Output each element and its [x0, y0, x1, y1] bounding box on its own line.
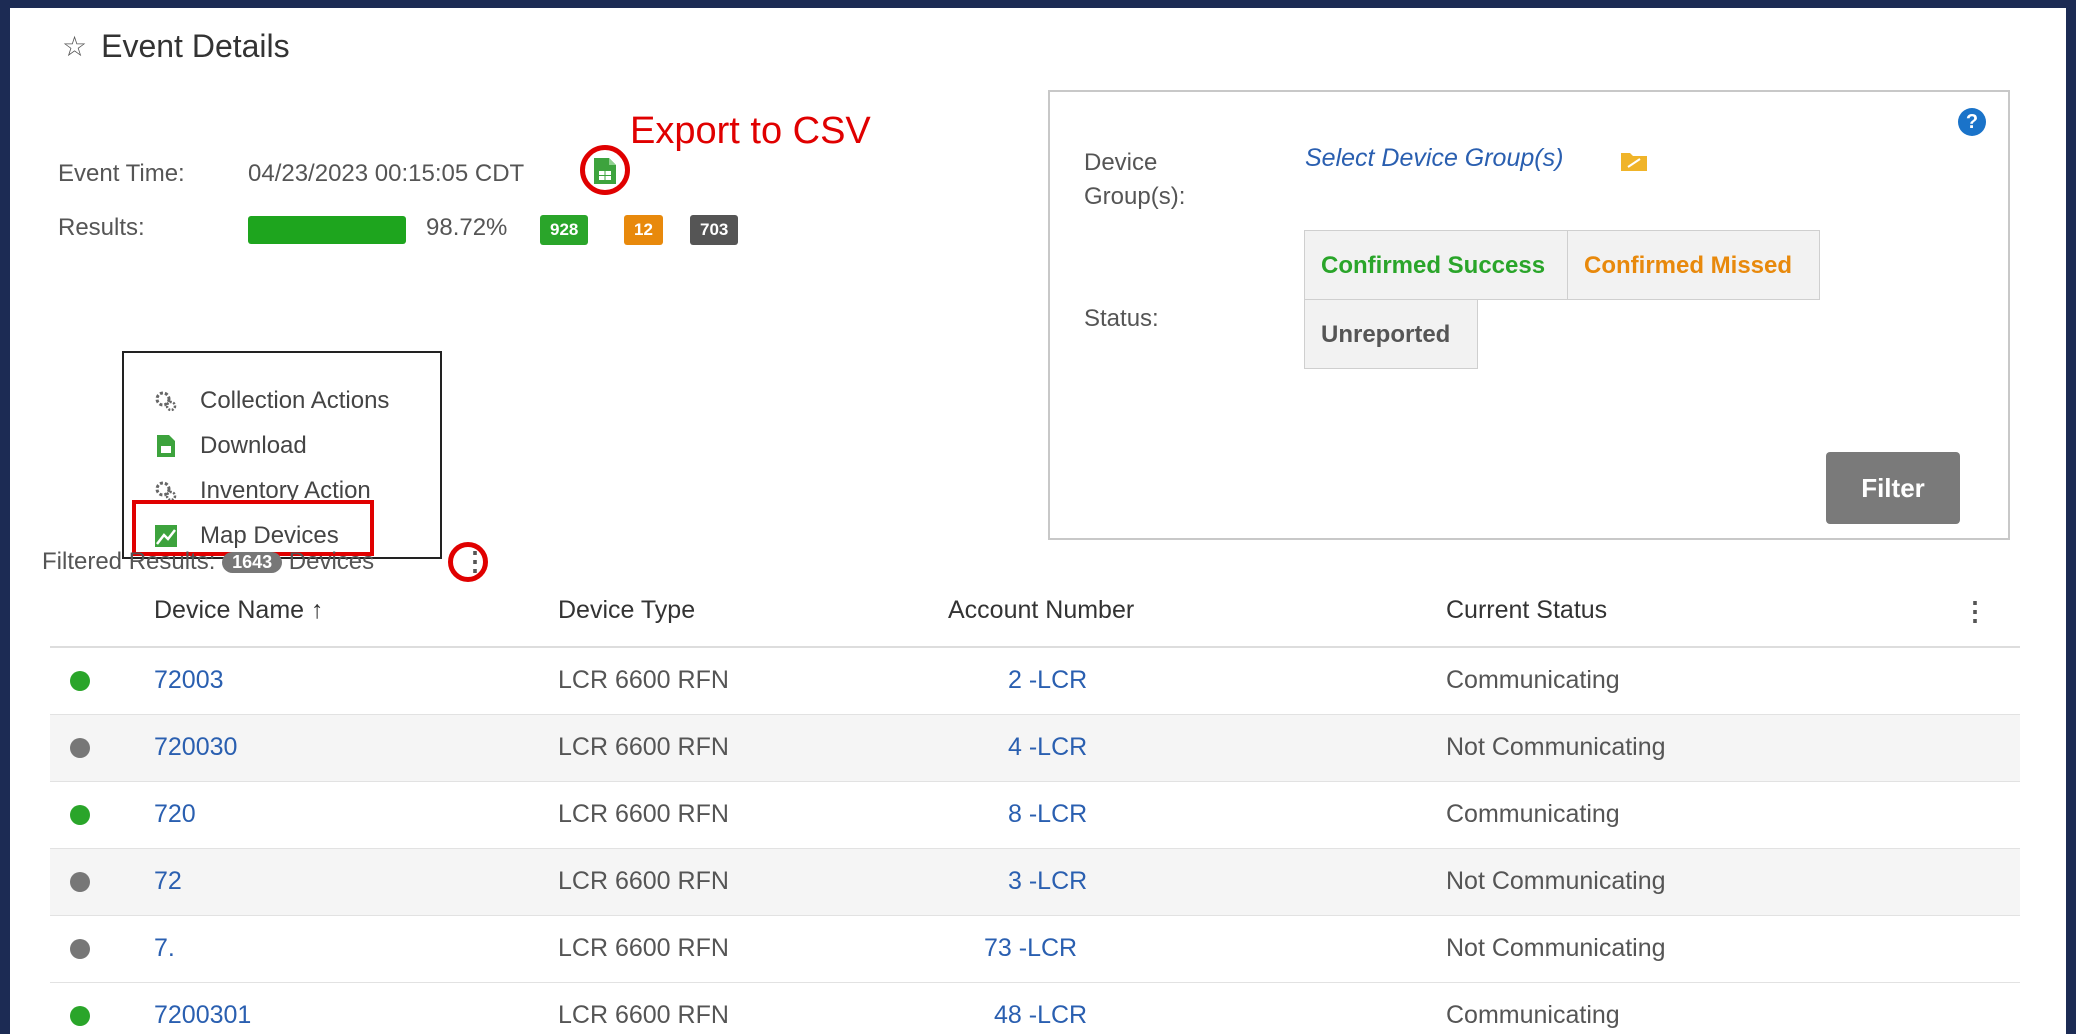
- status-dot-icon: [70, 805, 90, 825]
- menu-item-label: Download: [200, 432, 307, 459]
- account-number-link[interactable]: 73 -LCR: [984, 934, 1077, 963]
- success-count-badge[interactable]: 928: [540, 215, 589, 245]
- select-device-group-link[interactable]: Select Device Group(s): [1305, 144, 1563, 173]
- table-row: 7200301 LCR 6600 RFN 48 -LCR Communicati…: [50, 983, 2020, 1034]
- event-time-value: 04/23/2023 00:15:05 CDT: [248, 160, 525, 187]
- results-label: Results:: [58, 214, 145, 241]
- account-number-link[interactable]: 8 -LCR: [1008, 800, 1087, 829]
- results-progress-bar: [248, 216, 406, 244]
- account-number-link[interactable]: 2 -LCR: [1008, 666, 1087, 695]
- device-name-link[interactable]: 7200301: [154, 1001, 251, 1030]
- page-header: ☆ Event Details: [62, 28, 290, 65]
- status-unreported-button[interactable]: Unreported: [1304, 299, 1478, 369]
- missed-count-badge[interactable]: 12: [624, 215, 663, 245]
- menu-item-collection-actions[interactable]: Collection Actions: [154, 387, 389, 415]
- status-dot-icon: [70, 872, 90, 892]
- results-percent: 98.72%: [426, 214, 508, 241]
- filtered-results-label: Filtered Results:: [42, 548, 216, 575]
- account-number-link[interactable]: 3 -LCR: [1008, 867, 1087, 896]
- page-title: Event Details: [101, 28, 290, 64]
- device-type-cell: LCR 6600 RFN: [558, 1001, 729, 1029]
- kebab-highlight-circle: [448, 542, 488, 582]
- status-confirmed-missed-button[interactable]: Confirmed Missed: [1567, 230, 1820, 300]
- event-time-label: Event Time:: [58, 160, 185, 187]
- device-type-cell: LCR 6600 RFN: [558, 800, 729, 828]
- menu-item-label: Collection Actions: [200, 387, 390, 414]
- device-name-link[interactable]: 720030: [154, 733, 237, 762]
- current-status-cell: Communicating: [1446, 1001, 1620, 1029]
- filtered-count-badge: 1643: [222, 552, 283, 574]
- event-details-page: ☆ Event Details Event Time: 04/23/2023 0…: [10, 8, 2066, 1034]
- export-highlight-circle: [580, 145, 630, 195]
- gears-icon: [155, 391, 177, 412]
- device-group-label-line1: Device: [1084, 149, 1158, 176]
- device-group-label: Device Group(s):: [1084, 146, 1185, 214]
- table-header: Device Name ↑ Device Type Account Number…: [50, 578, 2020, 648]
- account-number-link[interactable]: 48 -LCR: [994, 1001, 1087, 1030]
- devices-table: Device Name ↑ Device Type Account Number…: [50, 578, 2020, 1034]
- device-name-link[interactable]: 720: [154, 800, 196, 829]
- device-name-link[interactable]: 7.: [154, 934, 175, 963]
- table-row: 72003 LCR 6600 RFN 2 -LCR Communicating: [50, 648, 2020, 715]
- help-icon[interactable]: ?: [1958, 108, 1986, 136]
- filtered-results: Filtered Results: 1643 Devices: [42, 548, 374, 576]
- column-header-current-status[interactable]: Current Status: [1446, 596, 1607, 625]
- csv-file-icon: [157, 435, 175, 457]
- table-row: 720030 LCR 6600 RFN 4 -LCR Not Communica…: [50, 715, 2020, 782]
- device-type-cell: LCR 6600 RFN: [558, 666, 729, 694]
- column-header-account-number[interactable]: Account Number: [948, 596, 1134, 625]
- device-name-link[interactable]: 72: [154, 867, 182, 896]
- current-status-cell: Communicating: [1446, 800, 1620, 828]
- device-name-link[interactable]: 72003: [154, 666, 224, 695]
- status-dot-icon: [70, 671, 90, 691]
- current-status-cell: Not Communicating: [1446, 934, 1666, 962]
- table-row: 7. LCR 6600 RFN 73 -LCR Not Communicatin…: [50, 916, 2020, 983]
- column-header-device-name[interactable]: Device Name ↑: [154, 596, 324, 625]
- status-label: Status:: [1084, 305, 1159, 332]
- account-number-link[interactable]: 4 -LCR: [1008, 733, 1087, 762]
- unreported-count-badge[interactable]: 703: [690, 215, 739, 245]
- device-type-cell: LCR 6600 RFN: [558, 733, 729, 761]
- status-dot-icon: [70, 738, 90, 758]
- column-header-device-type[interactable]: Device Type: [558, 596, 695, 625]
- status-dot-icon: [70, 1006, 90, 1026]
- device-group-label-line2: Group(s):: [1084, 183, 1186, 210]
- table-row: 720 LCR 6600 RFN 8 -LCR Communicating: [50, 782, 2020, 849]
- menu-item-download[interactable]: Download: [154, 432, 307, 460]
- filter-panel: ? Device Group(s): Select Device Group(s…: [1048, 90, 2010, 540]
- status-dot-icon: [70, 939, 90, 959]
- current-status-cell: Not Communicating: [1446, 733, 1666, 761]
- favorite-star-icon[interactable]: ☆: [62, 30, 87, 63]
- table-row: 72 LCR 6600 RFN 3 -LCR Not Communicating: [50, 849, 2020, 916]
- folder-icon[interactable]: [1620, 150, 1648, 172]
- column-options-kebab-icon[interactable]: ⋮: [1962, 596, 1988, 627]
- filter-button[interactable]: Filter: [1826, 452, 1960, 524]
- current-status-cell: Not Communicating: [1446, 867, 1666, 895]
- current-status-cell: Communicating: [1446, 666, 1620, 694]
- status-confirmed-success-button[interactable]: Confirmed Success: [1304, 230, 1568, 300]
- device-type-cell: LCR 6600 RFN: [558, 934, 729, 962]
- device-type-cell: LCR 6600 RFN: [558, 867, 729, 895]
- filtered-results-suffix: Devices: [288, 548, 375, 575]
- export-to-csv-annotation: Export to CSV: [630, 110, 871, 152]
